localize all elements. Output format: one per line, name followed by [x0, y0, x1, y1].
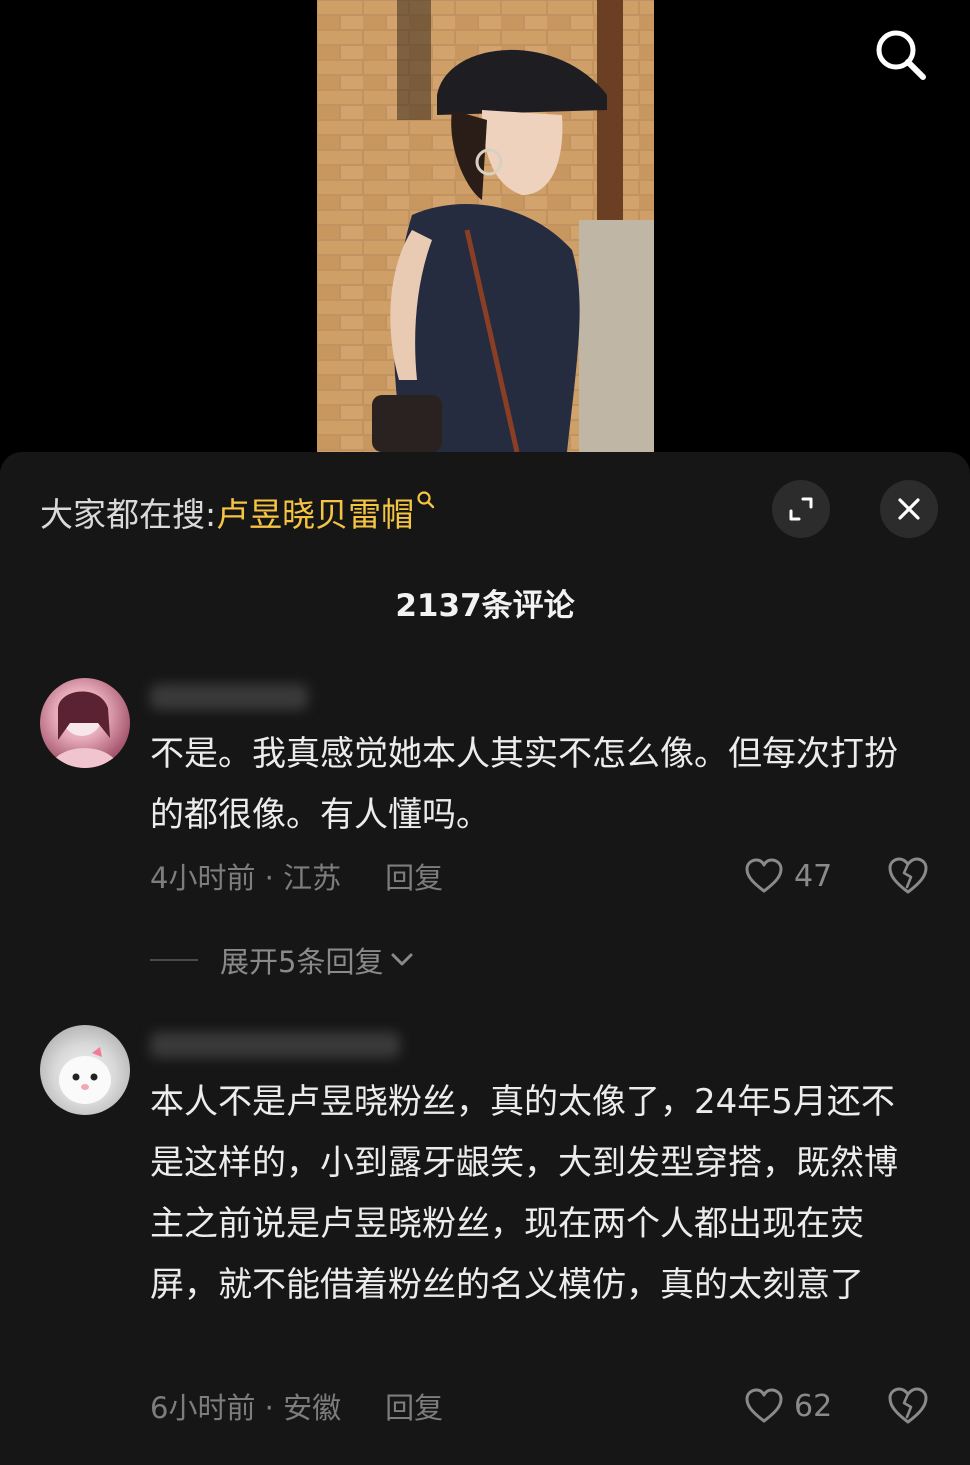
broken-heart-icon [888, 1387, 928, 1424]
expand-replies-label: 展开5条回复 [220, 945, 384, 979]
dislike-button[interactable] [886, 854, 930, 898]
dislike-button[interactable] [886, 1384, 930, 1428]
reply-button[interactable]: 回复 [385, 855, 443, 897]
search-button[interactable] [868, 22, 932, 86]
like-count: 47 [794, 858, 833, 894]
broken-heart-icon [888, 857, 928, 894]
like-count: 62 [794, 1388, 833, 1424]
hot-search-prefix: 大家都在搜: [40, 495, 217, 534]
expand-panel-button[interactable] [772, 480, 830, 538]
comment-time-location: 6小时前 · 安徽 [150, 1391, 342, 1425]
keyword-search-icon [417, 491, 435, 509]
comment-meta: 4小时前 · 江苏 回复 [150, 856, 443, 896]
comment-meta: 6小时前 · 安徽 回复 [150, 1386, 443, 1426]
reply-button[interactable]: 回复 [385, 1385, 443, 1427]
close-icon [898, 498, 920, 520]
expand-replies-button[interactable]: 展开5条回复 [150, 940, 417, 980]
search-icon [876, 30, 926, 80]
comment-text: 本人不是卢昱晓粉丝，真的太像了，24年5月还不是这样的，小到露牙龈笑，大到发型穿… [150, 1082, 898, 1305]
like-button[interactable]: 47 [744, 854, 832, 898]
username-blurred[interactable] [150, 1032, 400, 1058]
close-panel-button[interactable] [880, 480, 938, 538]
avatar[interactable] [40, 678, 130, 768]
video-frame[interactable] [317, 0, 654, 452]
comment-panel: 大家都在搜:卢昱晓贝雷帽 2137条评论 不是。我真感觉她本人其实不怎么像。但每… [0, 452, 970, 1465]
heart-icon [745, 858, 783, 893]
video-thumbnail-image [317, 0, 654, 452]
avatar-image [59, 1047, 111, 1104]
expand-icon [789, 497, 813, 521]
avatar-image [50, 691, 120, 768]
like-button[interactable]: 62 [744, 1384, 832, 1428]
heart-icon [745, 1388, 783, 1423]
comment-time-location: 4小时前 · 江苏 [150, 861, 342, 895]
hot-search-suggestion[interactable]: 大家都在搜:卢昱晓贝雷帽 [40, 488, 436, 536]
hot-search-keyword[interactable]: 卢昱晓贝雷帽 [216, 495, 414, 534]
comment-count-title: 2137条评论 [395, 588, 575, 624]
comment-text: 不是。我真感觉她本人其实不怎么像。但每次打扮的都很像。有人懂吗。 [150, 734, 898, 835]
chevron-down-icon [391, 953, 413, 966]
video-player[interactable] [0, 0, 970, 452]
avatar[interactable] [40, 1025, 130, 1115]
expand-replies-divider [150, 959, 198, 961]
username-blurred[interactable] [150, 684, 308, 710]
